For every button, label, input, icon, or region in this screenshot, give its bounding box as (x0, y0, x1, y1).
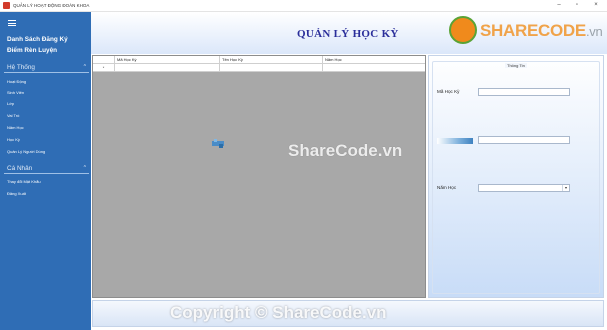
cell-school-year[interactable] (323, 64, 425, 72)
maximize-button[interactable]: ▫ (570, 1, 584, 10)
semester-name-label-image (437, 138, 473, 144)
app-icon (3, 2, 10, 9)
sidebar-item-change-password[interactable]: Thay đổi Mật Khẩu (7, 179, 41, 184)
page-header: QUẢN LÝ HỌC KỲ SHARECODE.vn (91, 12, 607, 54)
sharecode-logo-text: SHARECODE.vn (480, 21, 603, 40)
info-groupbox: Thông Tin Mã Học Kỳ Năm Học ▾ (432, 61, 600, 294)
grid-header-row: Mã Học Kỳ Tên Học Kỳ Năm Học (93, 56, 425, 64)
watermark-copyright: Copyright © ShareCode.vn (170, 303, 387, 322)
page-title: QUẢN LÝ HỌC KỲ (297, 28, 399, 40)
grid-corner[interactable] (93, 56, 115, 64)
close-button[interactable]: × (589, 1, 603, 10)
sidebar-item-semesters[interactable]: Học Kỳ (7, 137, 20, 142)
sidebar-section-system[interactable]: Hệ Thống ^ (4, 62, 89, 73)
semester-id-label: Mã Học Kỳ (437, 89, 460, 94)
sidebar-item-roles[interactable]: Vai Trò (7, 113, 19, 118)
sidebar-item-classes[interactable]: Lớp (7, 101, 14, 106)
menu-icon[interactable] (8, 20, 16, 26)
sidebar-section-label: Hệ Thống (7, 64, 35, 71)
cell-semester-id[interactable] (115, 64, 220, 72)
new-row-marker: * (93, 64, 115, 72)
window-title-bar: QUẢN LÝ HOẠT ĐỘNG ĐOÀN KHOA – ▫ × (0, 0, 607, 12)
loading-icon (212, 139, 224, 148)
semester-id-input[interactable] (478, 88, 570, 96)
sidebar-item-school-years[interactable]: Năm Học (7, 125, 24, 130)
semester-name-input[interactable] (478, 136, 570, 144)
table-row-new[interactable]: * (93, 64, 425, 72)
school-year-label: Năm Học (437, 185, 457, 190)
sidebar-item-user-management[interactable]: Quản Lý Người Dùng (7, 149, 45, 154)
window-title: QUẢN LÝ HOẠT ĐỘNG ĐOÀN KHOA (13, 3, 90, 8)
sidebar-link-registration-list[interactable]: Danh Sách Đăng Ký (7, 36, 68, 43)
school-year-select[interactable]: ▾ (478, 184, 570, 192)
collapse-caret-icon[interactable]: ^ (84, 64, 86, 70)
sidebar-item-activities[interactable]: Hoạt Động (7, 79, 26, 84)
sidebar-section-label: Cá Nhân (7, 165, 33, 172)
chevron-down-icon[interactable]: ▾ (562, 185, 569, 191)
sidebar-item-logout[interactable]: Đăng Xuất (7, 191, 26, 196)
cell-semester-name[interactable] (220, 64, 323, 72)
sidebar-link-training-score[interactable]: Điểm Rèn Luyện (7, 47, 57, 54)
sidebar-section-personal[interactable]: Cá Nhân ^ (4, 163, 89, 174)
watermark-center: ShareCode.vn (288, 141, 403, 160)
info-legend: Thông Tin (505, 63, 527, 68)
minimize-button[interactable]: – (552, 1, 566, 10)
column-header-semester-name[interactable]: Tên Học Kỳ (220, 56, 323, 64)
info-panel: Thông Tin Mã Học Kỳ Năm Học ▾ (428, 55, 604, 298)
sidebar: Danh Sách Đăng Ký Điểm Rèn Luyện Hệ Thốn… (0, 12, 91, 330)
column-header-semester-id[interactable]: Mã Học Kỳ (115, 56, 220, 64)
sidebar-item-students[interactable]: Sinh Viên (7, 90, 24, 95)
sharecode-logo-icon (449, 16, 477, 44)
collapse-caret-icon[interactable]: ^ (84, 165, 86, 171)
semester-data-grid[interactable]: Mã Học Kỳ Tên Học Kỳ Năm Học * (92, 55, 426, 298)
column-header-school-year[interactable]: Năm Học (323, 56, 425, 64)
